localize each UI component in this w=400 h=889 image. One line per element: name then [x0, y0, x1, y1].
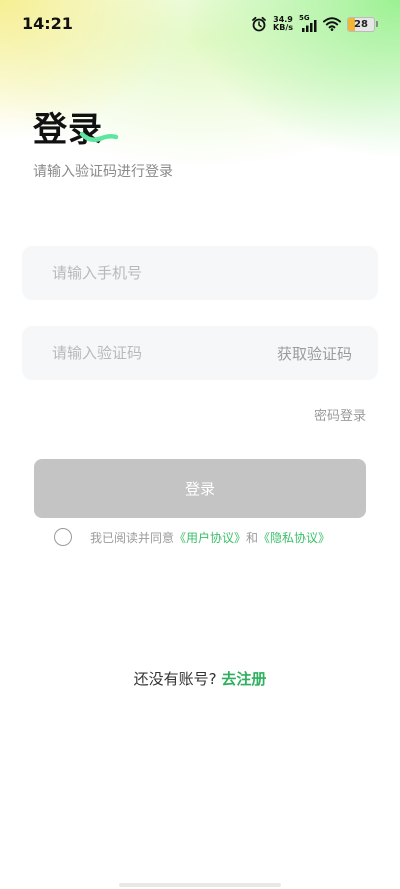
agreement-checkbox[interactable] — [54, 528, 72, 546]
agreement-prefix: 我已阅读并同意 — [90, 530, 175, 545]
agreement-and: 和 — [246, 530, 259, 545]
register-link[interactable]: 去注册 — [221, 670, 266, 688]
cellular-signal: 5G — [299, 14, 317, 32]
battery-tip — [376, 21, 378, 27]
status-bar: 14:21 34.9 KB/s 5G 28 — [0, 0, 400, 50]
phone-input-box — [22, 246, 378, 300]
title-accent-swoosh — [80, 131, 119, 143]
status-time: 14:21 — [22, 14, 73, 33]
user-agreement-link[interactable]: 《用户协议》 — [174, 529, 246, 546]
network-speed-unit: KB/s — [273, 23, 293, 32]
privacy-policy-link[interactable]: 《隐私协议》 — [258, 529, 330, 546]
home-indicator[interactable] — [119, 883, 281, 887]
register-prompt: 还没有账号? — [133, 670, 217, 688]
battery-indicator: 28 — [347, 16, 375, 32]
network-speed: 34.9 KB/s — [273, 16, 293, 32]
verification-code-input[interactable] — [22, 326, 277, 380]
status-icons: 34.9 KB/s 5G 28 — [251, 14, 378, 34]
code-input-box: 获取验证码 — [22, 326, 378, 380]
signal-bars-icon — [302, 20, 317, 32]
page-subtitle: 请输入验证码进行登录 — [33, 164, 173, 180]
password-login-link[interactable]: 密码登录 — [314, 405, 366, 424]
alarm-clock-icon — [252, 16, 266, 32]
wifi-icon — [323, 17, 341, 31]
login-button[interactable]: 登录 — [34, 459, 366, 518]
get-code-button[interactable]: 获取验证码 — [277, 343, 378, 364]
battery-level: 28 — [354, 18, 368, 30]
agreement-row: 我已阅读并同意 《用户协议》 和 《隐私协议》 — [54, 526, 330, 548]
register-row: 还没有账号? 去注册 — [0, 668, 400, 689]
phone-input[interactable] — [22, 246, 378, 300]
